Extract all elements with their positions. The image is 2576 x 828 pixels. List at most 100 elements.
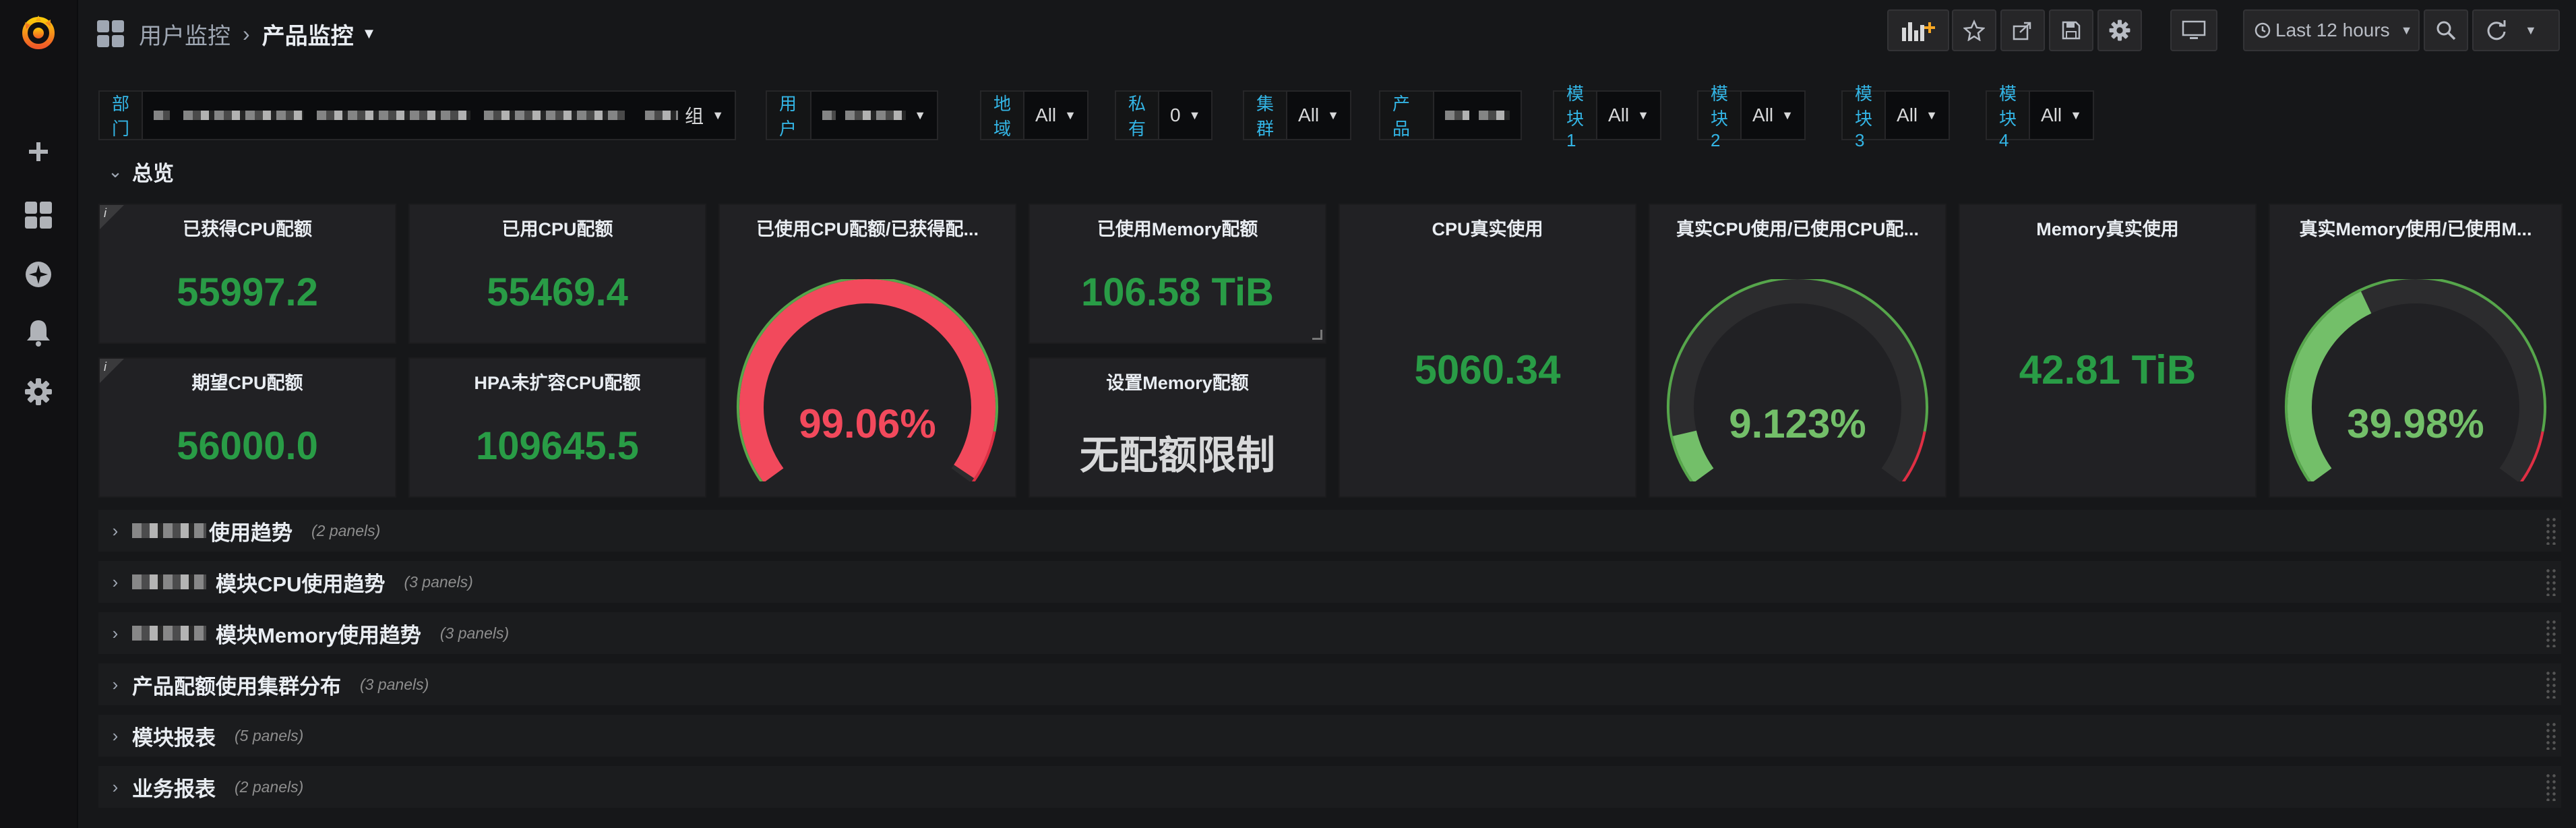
redacted-text xyxy=(132,574,206,589)
gauge-panel-real-cpu-ratio[interactable]: 真实CPU使用/已使用CPU配... 9.123% xyxy=(1649,204,1946,498)
row-panel-count: (5 panels) xyxy=(235,726,304,744)
row-header-module-cpu-trend[interactable]: › 模块CPU使用趋势 (3 panels) xyxy=(98,561,2561,603)
explore-compass-icon[interactable] xyxy=(19,255,58,294)
variable-value-dropdown[interactable]: 0 ▼ xyxy=(1159,90,1213,140)
stat-panel-hpa-cpu[interactable]: HPA未扩容CPU配额 109645.5 xyxy=(408,357,706,498)
panel-title: 真实Memory使用/已使用M... xyxy=(2299,219,2532,239)
row-panel-count: (3 panels) xyxy=(360,675,429,693)
dropdown-caret-icon: ▼ xyxy=(1926,108,1938,122)
gauge-value: 39.98% xyxy=(2347,401,2484,446)
row-drag-handle-icon[interactable] xyxy=(2545,773,2557,801)
add-panel-button[interactable] xyxy=(1887,9,1949,51)
refresh-button[interactable]: ▼ xyxy=(2472,9,2560,51)
gauge-threshold-green xyxy=(737,279,998,481)
add-panel-icon xyxy=(1902,22,1935,41)
dropdown-caret-icon: ▼ xyxy=(1064,108,1076,122)
panel-resize-handle[interactable] xyxy=(1312,330,1322,340)
row-title: 业务报表 xyxy=(132,777,216,801)
dropdown-caret-icon: ▼ xyxy=(1637,108,1649,122)
monitor-icon xyxy=(2182,20,2206,39)
variable-module2[interactable]: 模块2 All ▼ xyxy=(1697,84,1806,150)
variable-value-dropdown[interactable]: All ▼ xyxy=(1742,90,1806,140)
settings-gear-icon xyxy=(2109,20,2130,41)
dashboard-title[interactable]: 产品监控 xyxy=(262,18,354,51)
stat-value: 109645.5 xyxy=(476,424,639,468)
row-drag-handle-icon[interactable] xyxy=(2545,670,2557,699)
refresh-icon xyxy=(2487,20,2506,40)
row-drag-handle-icon[interactable] xyxy=(2545,721,2557,750)
variable-label: 产品 xyxy=(1379,90,1435,140)
gauge-panel-cpu-ratio[interactable]: 已使用CPU配额/已获得配... 99.06% xyxy=(718,204,1016,498)
variable-user[interactable]: 用户 ▼ xyxy=(766,90,939,140)
row-header-module-memory-trend[interactable]: › 模块Memory使用趋势 (3 panels) xyxy=(98,612,2561,654)
zoom-out-button[interactable] xyxy=(2424,9,2468,51)
sidebar xyxy=(0,0,78,828)
panel-title: 已使用CPU配额/已获得配... xyxy=(756,219,979,239)
variable-product[interactable]: 产品 xyxy=(1379,90,1523,140)
variable-private[interactable]: 私有 0 ▼ xyxy=(1115,90,1213,140)
star-button[interactable] xyxy=(1952,9,1996,51)
variable-module3[interactable]: 模块3 All ▼ xyxy=(1841,84,1950,150)
plus-icon[interactable] xyxy=(19,132,58,171)
variable-department[interactable]: 部门 组 ▼ xyxy=(98,90,737,140)
row-title: 总览 xyxy=(132,161,174,185)
gauge-threshold-green xyxy=(2285,279,2546,481)
variable-label: 用户 xyxy=(766,90,812,140)
variable-value-dropdown[interactable]: All ▼ xyxy=(2030,90,2094,140)
variable-module4[interactable]: 模块4 All ▼ xyxy=(1986,84,2094,150)
alerting-bell-icon[interactable] xyxy=(19,313,58,352)
variable-value-dropdown[interactable]: All ▼ xyxy=(1886,90,1950,140)
gauge-panel-real-mem-ratio[interactable]: 真实Memory使用/已使用M... 39.98% xyxy=(2269,204,2563,498)
variable-value-dropdown[interactable]: 组 ▼ xyxy=(143,90,737,140)
dropdown-caret-icon: ▼ xyxy=(914,108,927,122)
variable-value-dropdown[interactable]: ▼ xyxy=(811,90,939,140)
row-header-cluster-distribution[interactable]: › 产品配额使用集群分布 (3 panels) xyxy=(98,663,2561,705)
share-button[interactable] xyxy=(2000,9,2045,51)
stat-panel-memory-real[interactable]: Memory真实使用 42.81 TiB xyxy=(1959,204,2257,498)
stat-panel-obtained-cpu[interactable]: i 已获得CPU配额 55997.2 xyxy=(98,204,396,344)
stat-value: 106.58 TiB xyxy=(1081,270,1274,314)
row-header-module-report[interactable]: › 模块报表 (5 panels) xyxy=(98,715,2561,757)
breadcrumb-folder[interactable]: 用户监控 xyxy=(139,18,231,51)
variable-cluster[interactable]: 集群 All ▼ xyxy=(1243,90,1351,140)
grafana-logo-icon[interactable] xyxy=(19,12,58,51)
variable-value-dropdown[interactable]: All ▼ xyxy=(1597,90,1661,140)
variable-value-dropdown[interactable] xyxy=(1434,90,1523,140)
dashboard-settings-button[interactable] xyxy=(2097,9,2142,51)
gauge-threshold-green xyxy=(1667,279,1928,481)
variable-value-dropdown[interactable]: All ▼ xyxy=(1287,90,1351,140)
variable-value-dropdown[interactable]: All ▼ xyxy=(1024,90,1088,140)
row-title: 模块CPU使用趋势 xyxy=(216,572,386,596)
gauge-fill xyxy=(739,279,995,481)
row-drag-handle-icon[interactable] xyxy=(2545,516,2557,545)
stat-value: 42.81 TiB xyxy=(2019,347,2197,392)
star-icon xyxy=(1963,20,1985,41)
row-header-business-report[interactable]: › 业务报表 (2 panels) xyxy=(98,766,2561,808)
variable-module1[interactable]: 模块1 All ▼ xyxy=(1553,84,1661,150)
caret-down-icon[interactable]: ▼ xyxy=(362,25,377,42)
stat-panel-expected-cpu[interactable]: i 期望CPU配额 56000.0 xyxy=(98,357,396,498)
stat-panel-used-memory[interactable]: 已使用Memory配额 106.58 TiB xyxy=(1029,204,1326,344)
stat-value: 56000.0 xyxy=(177,424,318,468)
row-panel-count: (3 panels) xyxy=(439,624,510,642)
row-overview-header[interactable]: ⌄ 总览 xyxy=(98,154,174,189)
stat-value: 55469.4 xyxy=(487,270,628,314)
save-dashboard-button[interactable] xyxy=(2049,9,2093,51)
row-drag-handle-icon[interactable] xyxy=(2545,619,2557,647)
stat-panel-used-cpu[interactable]: 已用CPU配额 55469.4 xyxy=(408,204,706,344)
time-picker-button[interactable]: Last 12 hours ▼ xyxy=(2243,9,2420,51)
stat-panel-cpu-real[interactable]: CPU真实使用 5060.34 xyxy=(1339,204,1636,498)
view-mode-button[interactable] xyxy=(2170,9,2217,51)
row-drag-handle-icon[interactable] xyxy=(2545,568,2557,596)
refresh-interval-caret-icon[interactable]: ▼ xyxy=(2525,24,2537,38)
stat-panel-set-memory[interactable]: 设置Memory配额 无配额限制 xyxy=(1029,357,1326,498)
stat-value: 无配额限制 xyxy=(1079,434,1275,477)
dashboards-icon[interactable] xyxy=(19,196,58,235)
variable-region[interactable]: 地域 All ▼ xyxy=(980,90,1088,140)
row-header-usage-trend[interactable]: › 使用趋势 (2 panels) xyxy=(98,510,2561,552)
dropdown-caret-icon: ▼ xyxy=(1327,108,1339,122)
variable-label: 模块1 xyxy=(1553,84,1598,150)
panel-title: 已使用Memory配额 xyxy=(1097,219,1258,239)
configuration-gear-icon[interactable] xyxy=(19,372,58,411)
panel-title: 真实CPU使用/已使用CPU配... xyxy=(1676,219,1920,239)
